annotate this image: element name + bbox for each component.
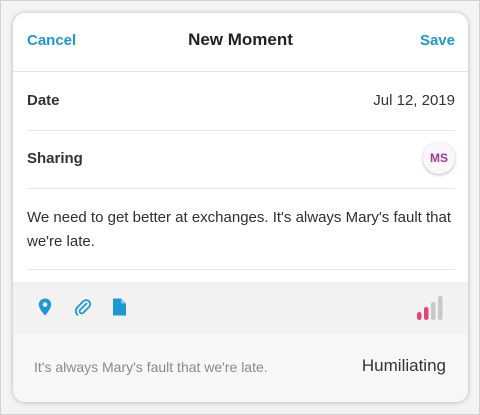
attachment-toolbar <box>13 282 468 334</box>
date-label: Date <box>27 92 60 109</box>
highlighted-phrase: It's always Mary's fault that we're late… <box>34 359 268 375</box>
signal-strength-icon[interactable] <box>416 295 446 321</box>
tone-label: Humiliating <box>361 356 446 375</box>
location-pin-icon[interactable] <box>35 297 55 317</box>
date-row[interactable]: Date Jul 12, 2019 <box>27 72 455 131</box>
app-frame: Cancel New Moment Save Date Jul 12, 2019… <box>0 0 480 415</box>
date-value[interactable]: Jul 12, 2019 <box>373 92 455 109</box>
save-button[interactable]: Save <box>420 32 455 49</box>
header-bar: Cancel New Moment Save <box>13 13 468 72</box>
note-text-area[interactable]: We need to get better at exchanges. It's… <box>27 206 455 254</box>
page-title: New Moment <box>188 30 293 49</box>
avatar[interactable]: MS <box>423 142 455 174</box>
sharing-label: Sharing <box>27 150 83 167</box>
document-icon[interactable] <box>109 297 129 317</box>
suggestion-footer: It's always Mary's fault that we're late… <box>13 334 468 402</box>
paperclip-icon[interactable] <box>73 297 93 317</box>
note-row[interactable]: We need to get better at exchanges. It's… <box>27 189 455 270</box>
sharing-row[interactable]: Sharing MS <box>27 131 455 189</box>
new-moment-card: Cancel New Moment Save Date Jul 12, 2019… <box>13 13 468 402</box>
